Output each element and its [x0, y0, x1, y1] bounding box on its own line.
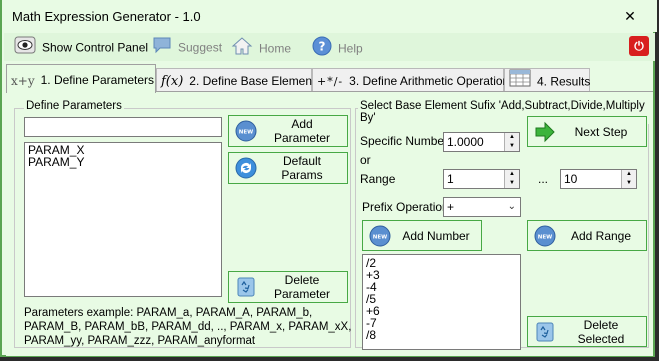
- tab-results[interactable]: 4. Results: [504, 68, 590, 92]
- tab-label: 2. Define Base Elements: [189, 74, 322, 88]
- next-step-label: Next Step: [574, 124, 628, 139]
- parameters-example-text: Parameters example: PARAM_a, PARAM_A, PA…: [24, 306, 351, 348]
- power-icon[interactable]: ⏻: [629, 36, 649, 56]
- new-icon: NEW: [235, 120, 257, 142]
- list-item[interactable]: PARAM_Y: [28, 156, 218, 168]
- list-item[interactable]: -7: [366, 317, 517, 329]
- add-parameter-label: Add Parameter: [273, 117, 331, 145]
- home-label: Home: [259, 41, 292, 56]
- add-number-label: Add Number: [402, 228, 470, 243]
- delete-selected-button[interactable]: Delete Selected: [527, 316, 647, 347]
- specific-number-value: 1.0000: [447, 135, 484, 149]
- tab-panel: Define Parameters PARAM_X PARAM_Y NEW Ad…: [6, 91, 653, 356]
- tab-strip: x+y 1. Define Parameters f(x) 2. Define Ba…: [4, 64, 655, 93]
- add-number-button[interactable]: NEW Add Number: [362, 220, 482, 251]
- suggest-label: Suggest: [178, 40, 223, 55]
- list-item[interactable]: /5: [366, 293, 517, 305]
- new-icon: NEW: [534, 225, 556, 246]
- range-from-value: 1: [447, 172, 454, 186]
- close-button[interactable]: ✕: [609, 4, 651, 28]
- list-item[interactable]: /8: [366, 329, 517, 341]
- add-parameter-button[interactable]: NEW Add Parameter: [228, 115, 348, 147]
- parameter-name-input[interactable]: [24, 117, 222, 137]
- range-to-spinner[interactable]: 10 ▲ ▼: [560, 169, 637, 189]
- list-item[interactable]: /2: [366, 257, 517, 269]
- prefix-operation-select[interactable]: + ⌄: [443, 197, 521, 217]
- spinner-arrows[interactable]: ▲ ▼: [621, 170, 636, 188]
- xy-icon: x+y: [11, 73, 35, 88]
- or-label: or: [360, 153, 371, 167]
- speech-bubble-icon: [152, 36, 172, 61]
- eye-icon: [14, 36, 36, 61]
- add-range-button[interactable]: NEW Add Range: [527, 220, 647, 251]
- arrow-right-icon: [535, 121, 555, 142]
- tab-label: 1. Define Parameters: [40, 73, 154, 87]
- home-button[interactable]: Home: [231, 36, 291, 58]
- add-range-label: Add Range: [570, 228, 632, 243]
- prefix-operation-value: +: [447, 200, 455, 214]
- range-to-value: 10: [564, 172, 578, 186]
- prefix-operation-label: Prefix Operation: [362, 200, 449, 214]
- new-icon: NEW: [369, 225, 391, 246]
- tab-label: 3. Define Arithmetic Operations: [349, 74, 516, 88]
- svg-text:?: ?: [319, 40, 326, 54]
- delete-parameter-label: Delete Parameter: [273, 273, 331, 301]
- next-step-button[interactable]: Next Step: [527, 116, 647, 147]
- svg-text:NEW: NEW: [373, 234, 387, 240]
- help-icon: ?: [312, 36, 332, 63]
- specific-number-spinner[interactable]: 1.0000 ▲ ▼: [443, 132, 520, 152]
- example-line: PARAM_B, PARAM_bB, PARAM_dd, .., PARAM_x…: [24, 321, 352, 333]
- help-label: Help: [338, 41, 363, 56]
- tab-define-parameters[interactable]: x+y 1. Define Parameters: [6, 64, 156, 93]
- spinner-arrows[interactable]: ▲ ▼: [504, 170, 519, 188]
- delete-selected-label: Delete Selected: [577, 317, 625, 346]
- help-button[interactable]: ? Help: [312, 36, 363, 58]
- example-line: PARAM_yy, PARAM_zzz, PARAM_anyformat: [24, 335, 256, 347]
- example-line: Parameters example: PARAM_a, PARAM_A, PA…: [24, 307, 313, 319]
- tab-label: 4. Results: [537, 74, 591, 89]
- suggest-button[interactable]: Suggest: [152, 36, 222, 58]
- toolbar: Show Control Panel Suggest Home ? Help ⏻: [4, 33, 655, 61]
- recycle-bin-icon: [237, 277, 255, 297]
- range-separator: ...: [538, 172, 549, 186]
- default-params-label: Default Params: [281, 154, 323, 182]
- tab-define-base-elements[interactable]: f(x) 2. Define Base Elements: [156, 68, 321, 92]
- parameters-list[interactable]: PARAM_X PARAM_Y: [24, 142, 222, 297]
- title-bar: Math Expression Generator - 1.0 ✕: [2, 0, 657, 32]
- define-parameters-heading: Define Parameters: [24, 100, 124, 112]
- home-icon: [231, 36, 253, 63]
- range-from-spinner[interactable]: 1 ▲ ▼: [443, 169, 520, 189]
- base-elements-list[interactable]: /2 +3 -4 /5 +6 -7 /8: [362, 254, 521, 350]
- specific-number-label: Specific Number: [360, 134, 449, 148]
- svg-text:NEW: NEW: [538, 234, 552, 240]
- tab-define-arithmetic-operations[interactable]: +*/- 3. Define Arithmetic Operations: [312, 68, 515, 92]
- refresh-icon: [235, 157, 257, 179]
- svg-text:NEW: NEW: [239, 130, 253, 136]
- list-item[interactable]: +3: [366, 269, 517, 281]
- chevron-down-icon: ⌄: [507, 201, 516, 212]
- list-item[interactable]: -4: [366, 281, 517, 293]
- window-title: Math Expression Generator - 1.0: [12, 9, 201, 24]
- delete-parameter-button[interactable]: Delete Parameter: [228, 271, 348, 303]
- spinner-arrows[interactable]: ▲ ▼: [504, 133, 519, 151]
- range-label: Range: [360, 172, 396, 186]
- list-item[interactable]: +6: [366, 305, 517, 317]
- default-params-button[interactable]: Default Params: [228, 152, 348, 184]
- show-control-panel-button[interactable]: Show Control Panel: [14, 36, 148, 58]
- app-window: Math Expression Generator - 1.0 ✕ Show C…: [0, 0, 657, 357]
- show-control-panel-label: Show Control Panel: [42, 40, 149, 55]
- recycle-bin-icon: [536, 322, 554, 341]
